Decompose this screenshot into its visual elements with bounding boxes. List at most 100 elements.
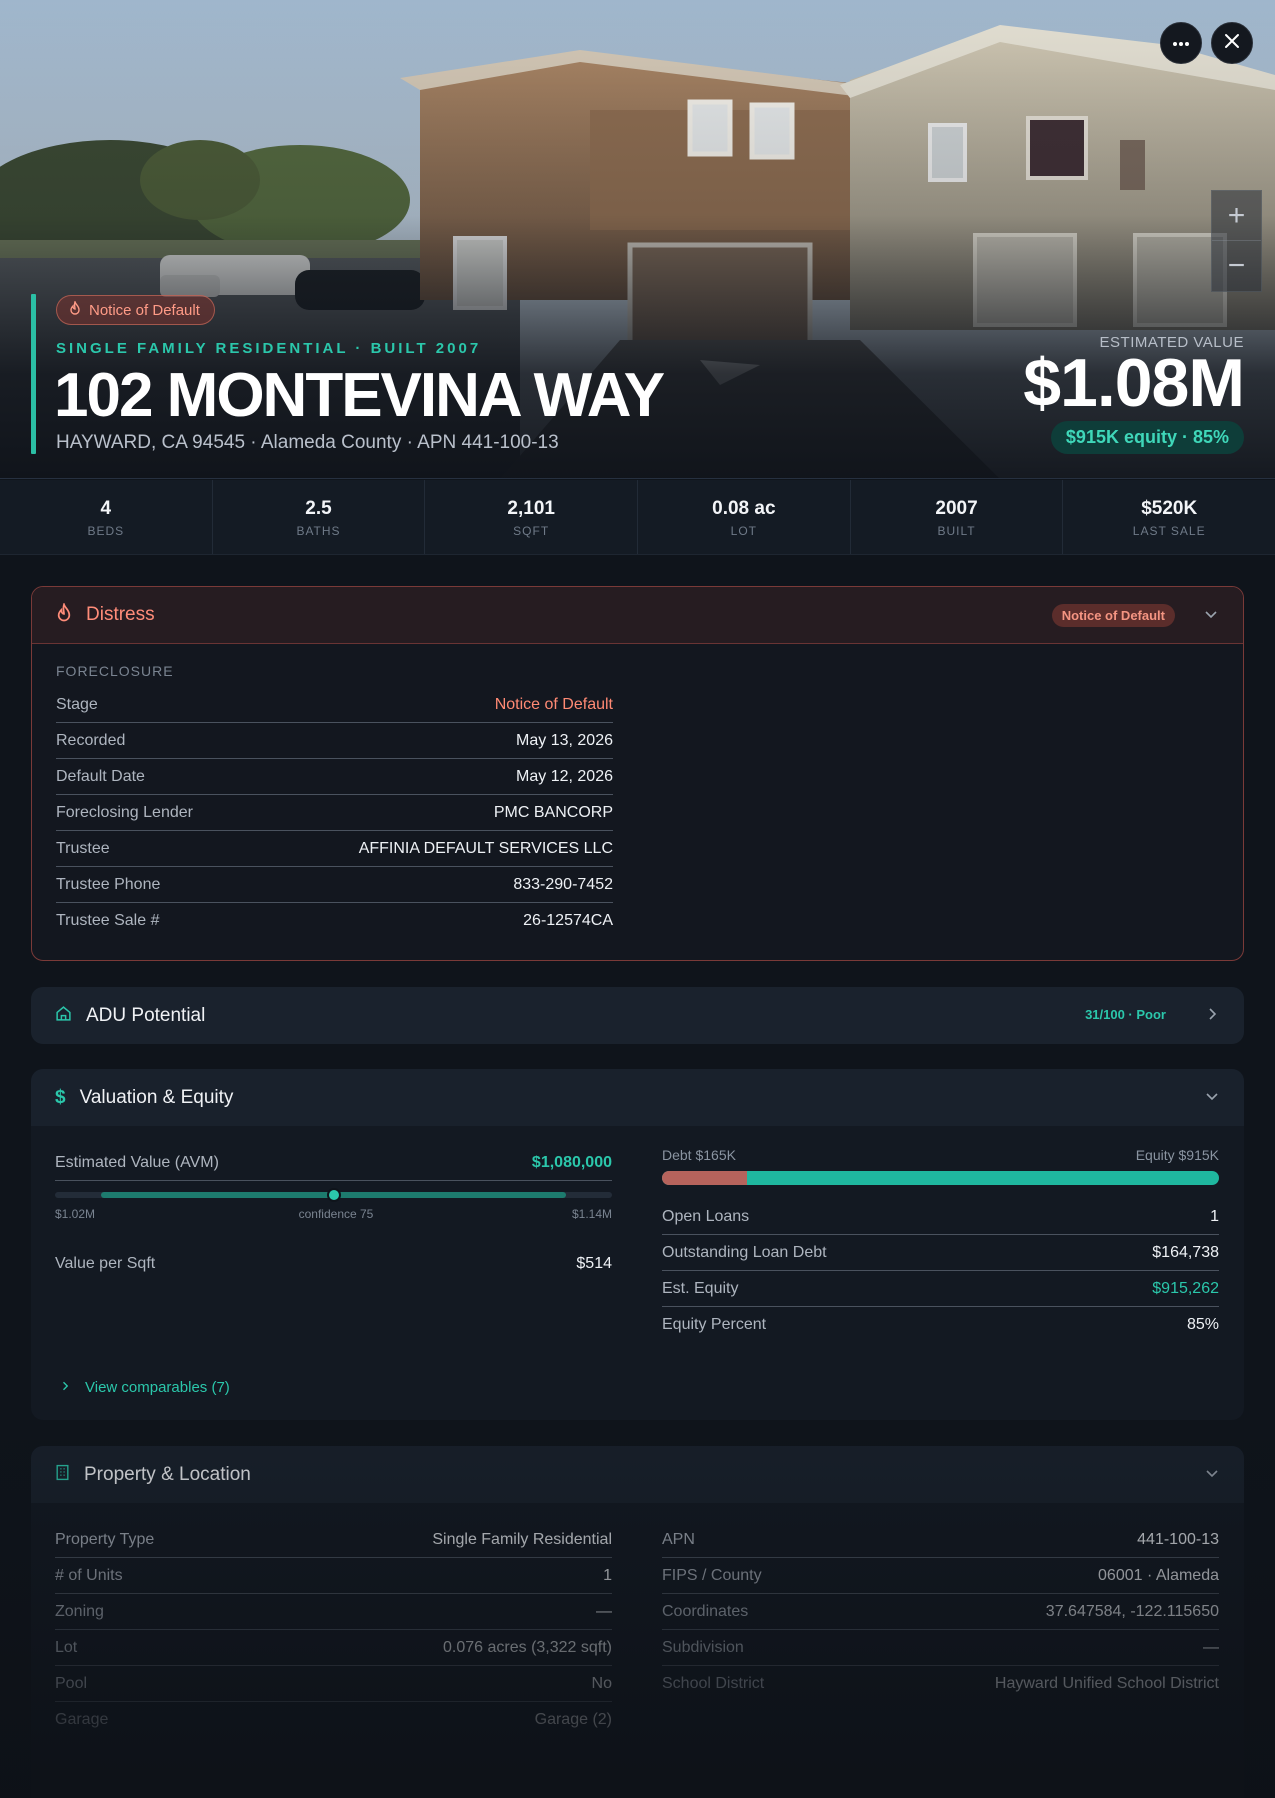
distress-header[interactable]: Distress Notice of Default <box>32 587 1243 644</box>
stat-value: 0.08 ac <box>712 498 776 519</box>
stat-lot: 0.08 ac LOT <box>638 480 851 554</box>
distress-title: Distress <box>86 604 155 625</box>
stat-value: $520K <box>1141 498 1198 519</box>
prop-row-fips: FIPS / County 06001 · Alameda <box>662 1558 1219 1594</box>
row-key: Coordinates <box>662 1602 749 1620</box>
notice-of-default-badge: Notice of Default <box>56 295 215 325</box>
distress-card: Distress Notice of Default FORECLOSURE S… <box>31 586 1244 961</box>
distress-row-recorded: Recorded May 13, 2026 <box>56 723 613 759</box>
distress-badge: Notice of Default <box>1051 604 1175 627</box>
chevron-down-icon[interactable] <box>1204 1465 1220 1486</box>
badge-label: Notice of Default <box>89 301 200 319</box>
close-icon <box>1224 33 1240 54</box>
row-key: Default Date <box>56 767 145 785</box>
more-dots-icon <box>1172 34 1190 52</box>
stat-last-sale: $520K LAST SALE <box>1063 480 1275 554</box>
row-value: PMC BANCORP <box>493 803 613 821</box>
stat-label: SQFT <box>513 524 550 538</box>
row-value: 1 <box>603 1566 612 1584</box>
flame-icon <box>69 299 81 319</box>
row-value: AFFINIA DEFAULT SERVICES LLC <box>358 839 613 857</box>
row-value: $164,738 <box>1152 1243 1219 1261</box>
adu-header[interactable]: ADU Potential 31/100 · Poor <box>31 987 1244 1044</box>
row-key: Estimated Value (AVM) <box>55 1153 219 1171</box>
prop-row-zoning: Zoning — <box>55 1594 612 1630</box>
chevron-right-icon[interactable] <box>1204 1006 1220 1027</box>
stat-label: BATHS <box>296 524 341 538</box>
adu-title: ADU Potential <box>86 1004 206 1026</box>
row-key: Outstanding Loan Debt <box>662 1243 827 1261</box>
row-value: 06001 · Alameda <box>1098 1566 1219 1584</box>
view-comparables-link[interactable]: View comparables (7) <box>59 1379 230 1396</box>
zoom-in-button[interactable]: + <box>1212 191 1261 241</box>
row-value[interactable]: 833-290-7452 <box>513 876 613 894</box>
street-view-zoom-controls: + − <box>1211 190 1262 292</box>
close-button[interactable] <box>1211 22 1253 64</box>
row-value: May 13, 2026 <box>516 731 613 749</box>
row-value: 37.647584, -122.115650 <box>1045 1602 1219 1620</box>
property-header[interactable]: Property & Location <box>31 1446 1244 1503</box>
dollar-icon: $ <box>55 1086 66 1108</box>
row-key: Property Type <box>55 1530 155 1548</box>
debt-equity-bar <box>662 1171 1219 1185</box>
row-value: Garage (2) <box>534 1711 612 1728</box>
loan-debt-row: Outstanding Loan Debt $164,738 <box>662 1235 1219 1271</box>
valuation-header[interactable]: $ Valuation & Equity <box>31 1069 1244 1126</box>
distress-row-trustee: Trustee AFFINIA DEFAULT SERVICES LLC <box>56 831 613 867</box>
row-key: Trustee <box>56 839 110 857</box>
row-key: Open Loans <box>662 1207 750 1225</box>
prop-row-apn: APN 441-100-13 <box>662 1522 1219 1558</box>
row-key: Zoning <box>55 1602 104 1620</box>
adu-score: 31/100 · Poor <box>1085 1007 1166 1022</box>
home-icon <box>55 1005 72 1027</box>
row-key: FIPS / County <box>662 1566 762 1584</box>
stat-label: BEDS <box>87 524 125 538</box>
row-value: 1 <box>1210 1207 1219 1225</box>
row-value: 0.076 acres (3,322 sqft) <box>443 1638 612 1656</box>
avm-range-marker <box>327 1188 341 1202</box>
chevron-down-icon[interactable] <box>1203 606 1219 627</box>
row-key: APN <box>662 1530 695 1548</box>
property-subtitle: SINGLE FAMILY RESIDENTIAL · BUILT 2007 <box>56 340 482 357</box>
row-value: $1,080,000 <box>531 1153 612 1171</box>
more-options-button[interactable] <box>1160 22 1202 64</box>
row-key: School District <box>662 1675 765 1692</box>
zoom-out-button[interactable]: − <box>1212 241 1261 291</box>
range-low-label: $1.02M <box>55 1207 96 1221</box>
prop-row-units: # of Units 1 <box>55 1558 612 1594</box>
chevron-down-icon[interactable] <box>1204 1088 1220 1109</box>
stat-built: 2007 BUILT <box>851 480 1064 554</box>
property-title: 102 MONTEVINA WAY <box>54 361 665 430</box>
property-title: Property & Location <box>84 1463 251 1485</box>
row-value: — <box>1203 1638 1219 1656</box>
debt-label: Debt $165K <box>662 1147 736 1163</box>
adu-potential-card[interactable]: ADU Potential 31/100 · Poor <box>31 987 1244 1044</box>
distress-row-stage: Stage Notice of Default <box>56 687 613 723</box>
row-value: 26-12574CA <box>523 912 613 929</box>
prop-row-lot: Lot 0.076 acres (3,322 sqft) <box>55 1630 612 1666</box>
row-key: # of Units <box>55 1566 123 1584</box>
row-key: Lot <box>55 1638 78 1656</box>
equity-label: Equity $915K <box>1135 1147 1219 1163</box>
building-icon <box>55 1464 70 1486</box>
row-key: Equity Percent <box>662 1316 767 1333</box>
prop-row-coordinates: Coordinates 37.647584, -122.115650 <box>662 1594 1219 1630</box>
prop-row-type: Property Type Single Family Residential <box>55 1522 612 1558</box>
row-value: — <box>596 1602 612 1620</box>
prop-row-school-district: School District Hayward Unified School Di… <box>662 1666 1219 1702</box>
property-address-line: HAYWARD, CA 94545 · Alameda County · APN… <box>56 432 559 453</box>
flame-icon <box>56 601 72 627</box>
stat-label: BUILT <box>937 524 976 538</box>
distress-row-trustee-phone: Trustee Phone 833-290-7452 <box>56 867 613 903</box>
row-value: May 12, 2026 <box>516 767 613 785</box>
prop-row-pool: Pool No <box>55 1666 612 1702</box>
row-key: Garage <box>55 1711 109 1728</box>
range-confidence-label: confidence 75 <box>298 1207 374 1221</box>
stat-sqft: 2,101 SQFT <box>425 480 639 554</box>
row-value: $514 <box>576 1255 612 1272</box>
stat-value: 4 <box>100 498 112 519</box>
open-loans-row: Open Loans 1 <box>662 1199 1219 1235</box>
debt-segment <box>662 1171 748 1185</box>
row-key: Recorded <box>56 731 126 749</box>
distress-row-default-date: Default Date May 12, 2026 <box>56 759 613 795</box>
